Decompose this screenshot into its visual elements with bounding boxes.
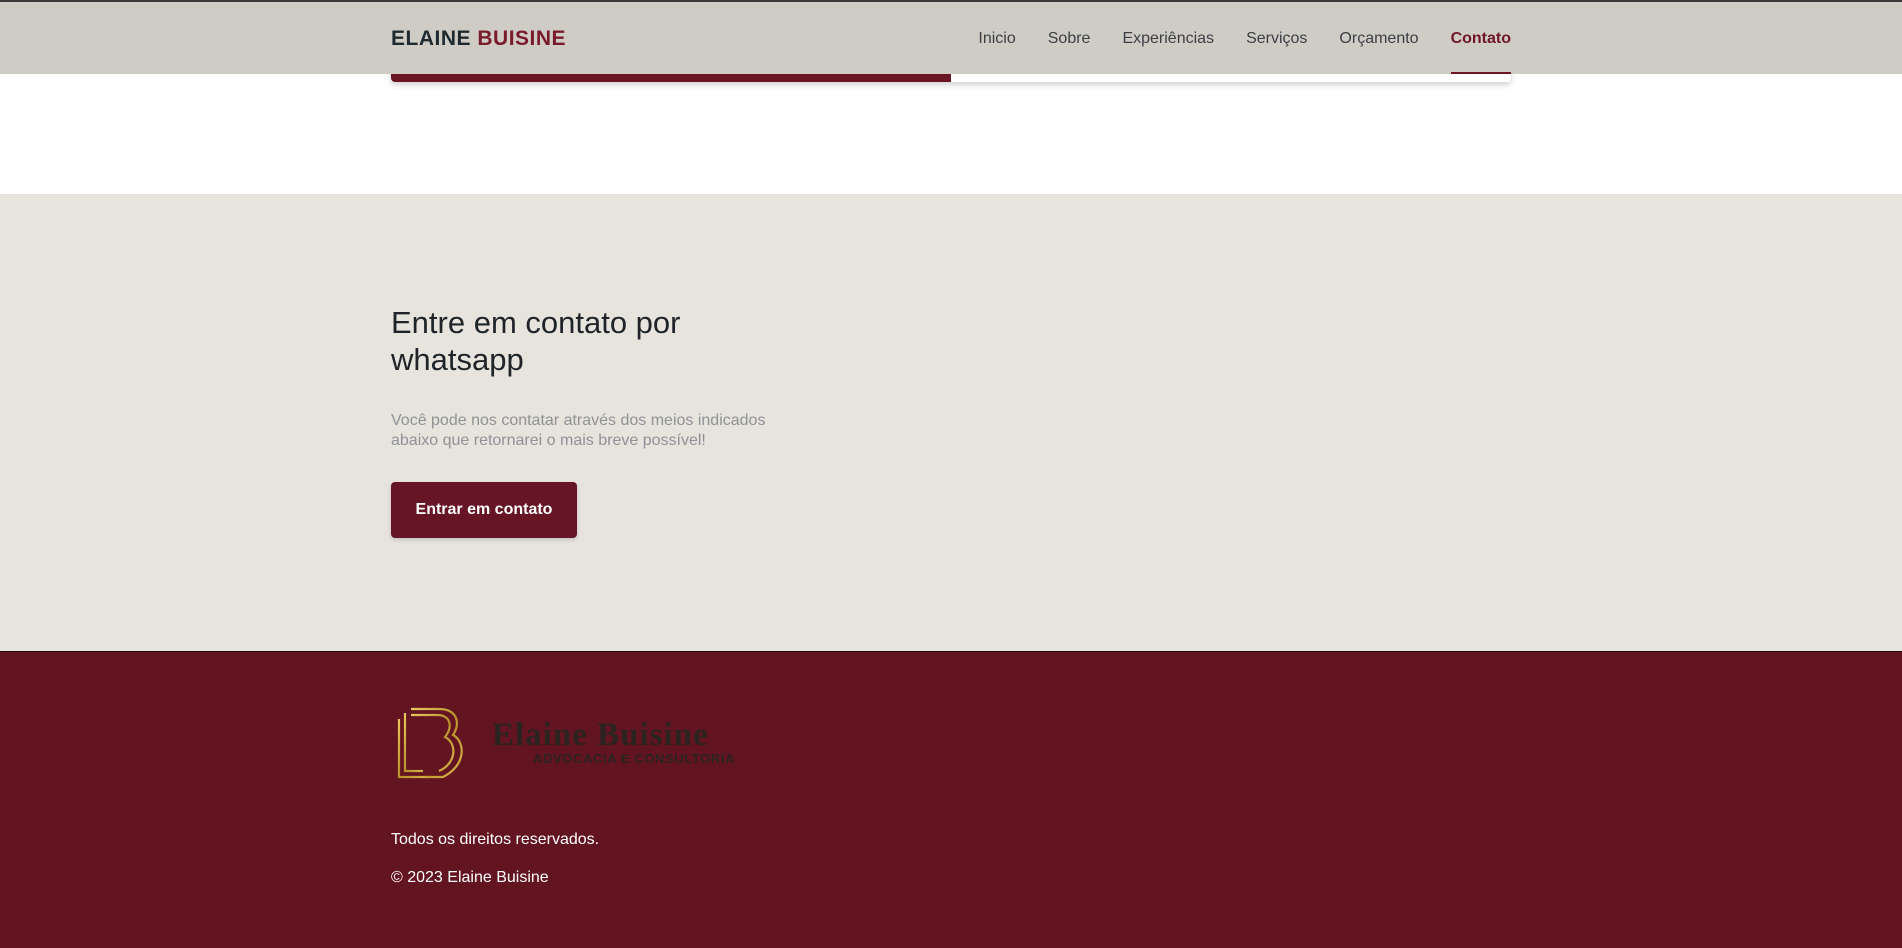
nav-link-servicos[interactable]: Serviços [1246,2,1307,74]
brand-second-word: BUISINE [477,27,567,50]
footer: Elaine Buisine ADVOCACIA E CONSULTORIA T… [0,651,1902,948]
footer-rights-text: Todos os direitos reservados. [391,831,600,848]
main-nav: Inicio Sobre Experiências Serviços Orçam… [978,2,1512,74]
footer-logo-name: Elaine Buisine [492,717,709,753]
nav-link-experiencias[interactable]: Experiências [1122,2,1214,74]
contact-description: Você pode nos contatar através dos meios… [391,412,766,449]
nav-link-inicio[interactable]: Inicio [978,2,1015,74]
nav-link-sobre[interactable]: Sobre [1048,2,1091,74]
footer-logo[interactable]: Elaine Buisine ADVOCACIA E CONSULTORIA [395,707,815,787]
footer-logo-tagline: ADVOCACIA E CONSULTORIA [533,751,735,766]
brand-logo[interactable]: ELAINE BUISINE [391,27,566,51]
progress-track [391,74,1511,82]
nav-link-contato[interactable]: Contato [1450,2,1512,74]
contact-whatsapp-button[interactable]: Entrar em contato [391,482,577,538]
progress-fill [391,74,951,82]
brand-first-word: ELAINE [391,27,472,50]
eb-monogram-icon [397,707,463,779]
top-navbar: ELAINE BUISINE Inicio Sobre Experiências… [0,0,1902,74]
footer-copyright: © 2023 Elaine Buisine [391,869,549,886]
contact-title: Entre em contato por whatsapp [391,305,681,377]
contact-section: Entre em contato por whatsapp Você pode … [0,194,1902,651]
nav-link-orcamento[interactable]: Orçamento [1339,2,1418,74]
